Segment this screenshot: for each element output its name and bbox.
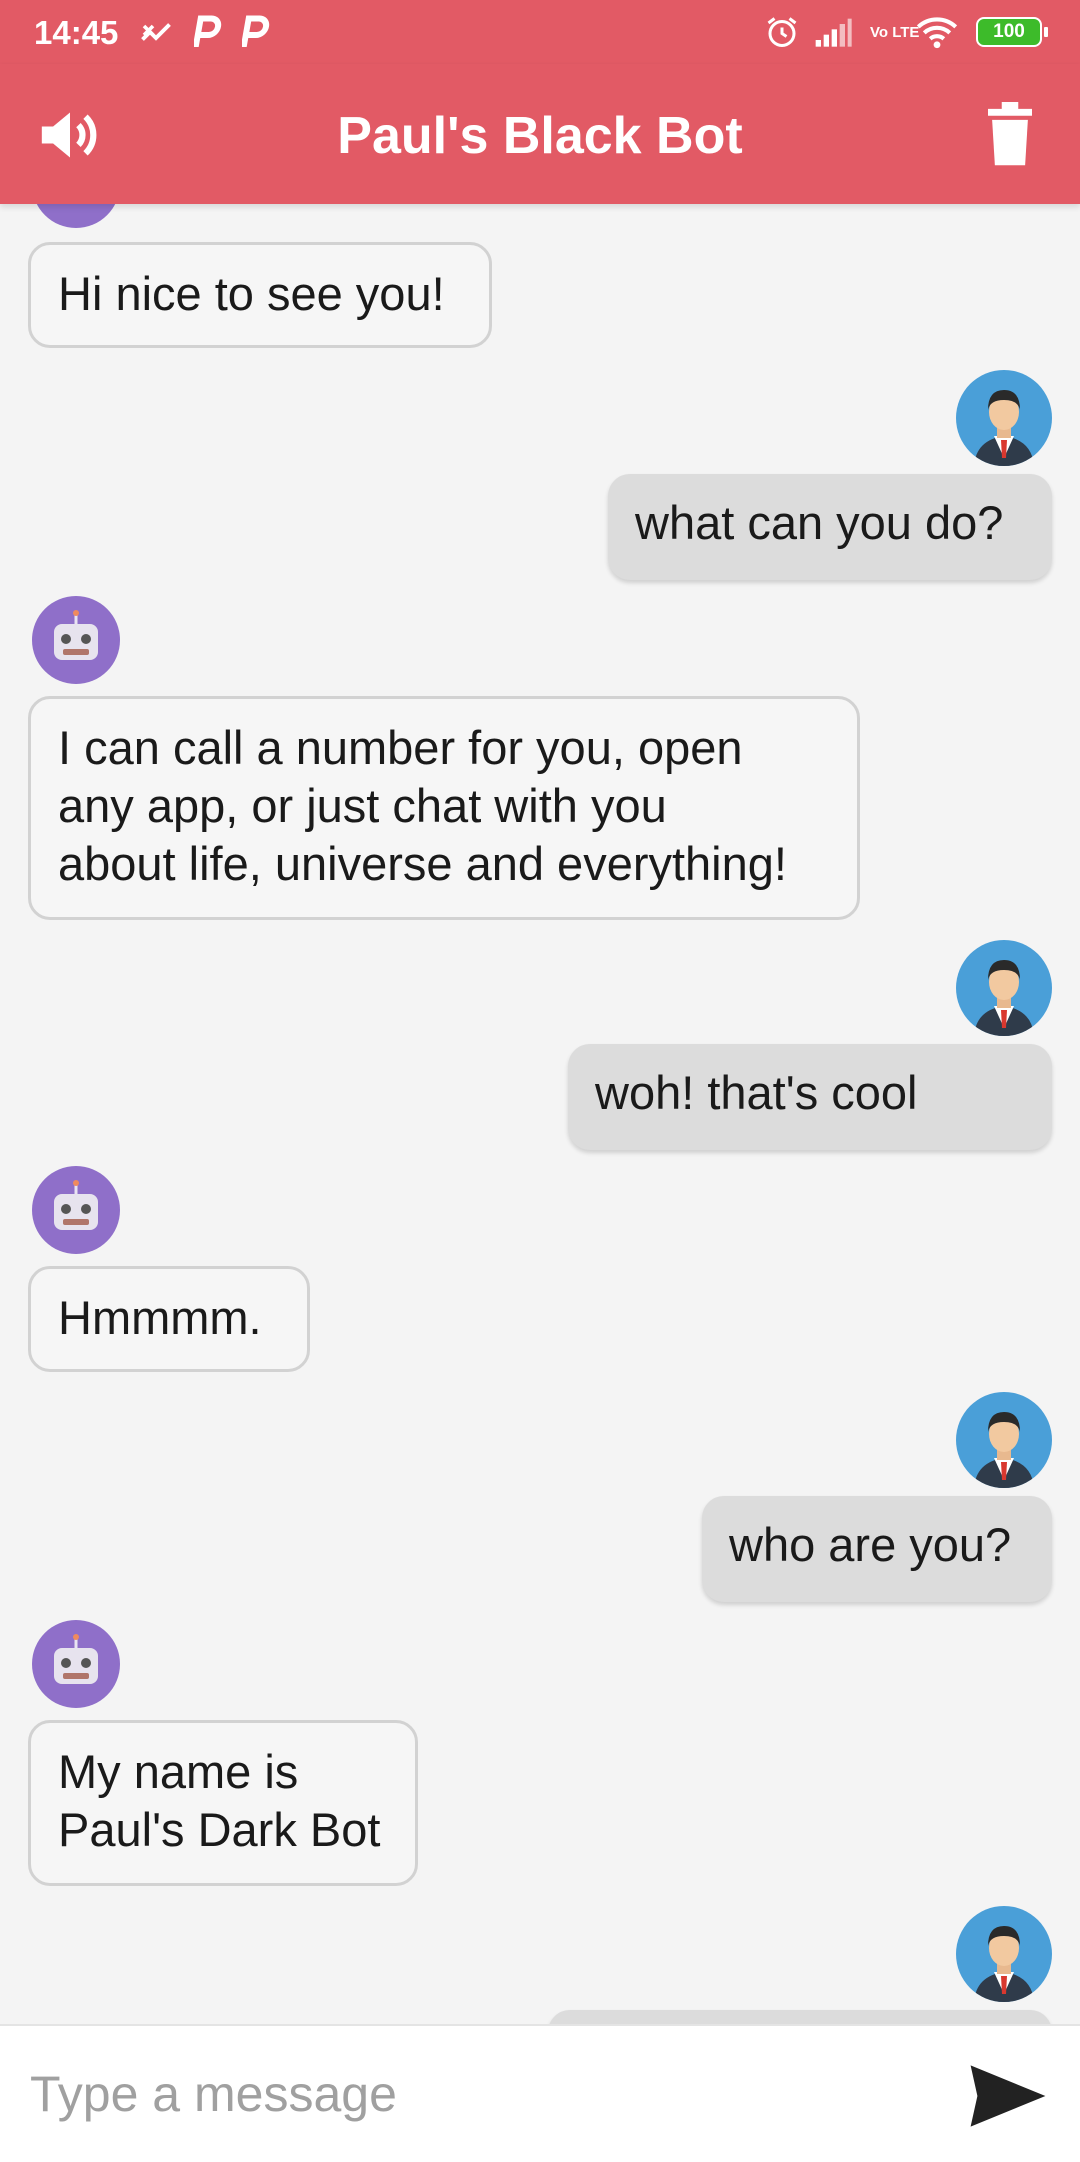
businessman-icon bbox=[974, 1412, 1034, 1488]
user-avatar bbox=[956, 1906, 1052, 2002]
robot-icon bbox=[54, 610, 98, 660]
message-text: woh! that's cool bbox=[595, 1066, 918, 1119]
wifi-icon bbox=[916, 12, 958, 52]
app-bar: Paul's Black Bot bbox=[0, 64, 1080, 204]
user-avatar bbox=[956, 370, 1052, 466]
volte-label: Vo LTE bbox=[870, 23, 920, 41]
battery-icon: 100 bbox=[976, 12, 1048, 52]
message-input[interactable] bbox=[28, 2048, 932, 2140]
robot-icon bbox=[54, 1180, 98, 1230]
bot-message: My name is Paul's Dark Bot bbox=[28, 1720, 418, 1886]
message-text: what can you do? bbox=[635, 496, 1004, 549]
trash-icon bbox=[988, 102, 1032, 166]
message-text: who are you? bbox=[729, 1518, 1012, 1571]
bot-avatar bbox=[32, 596, 120, 684]
message-line: My name is bbox=[58, 1745, 299, 1798]
message-line: I can call a number for you, open bbox=[58, 721, 743, 774]
bot-avatar bbox=[32, 1166, 120, 1254]
bot-message: I can call a number for you, open any ap… bbox=[28, 696, 860, 920]
robot-icon bbox=[54, 1634, 98, 1684]
user-avatar bbox=[956, 1392, 1052, 1488]
message-line: Paul's Dark Bot bbox=[58, 1803, 381, 1856]
businessman-icon bbox=[974, 960, 1034, 1036]
businessman-icon bbox=[974, 390, 1034, 466]
signal-icon bbox=[812, 12, 854, 52]
battery-level: 100 bbox=[976, 17, 1042, 47]
user-message: who are you? bbox=[702, 1496, 1052, 1602]
user-message bbox=[548, 2010, 1052, 2024]
parking-icon bbox=[194, 12, 224, 52]
message-line: any app, or just chat with you bbox=[58, 779, 667, 832]
send-icon bbox=[970, 2065, 1046, 2127]
user-message: woh! that's cool bbox=[568, 1044, 1052, 1150]
page-title: Paul's Black Bot bbox=[337, 107, 743, 165]
bot-message: Hi nice to see you! bbox=[28, 242, 492, 348]
alarm-icon bbox=[764, 12, 800, 52]
businessman-icon bbox=[974, 1926, 1034, 2002]
bot-avatar bbox=[32, 204, 120, 228]
status-time: 14:45 bbox=[34, 14, 119, 51]
bot-avatar bbox=[32, 1620, 120, 1708]
user-message: what can you do? bbox=[608, 474, 1052, 580]
chat-list[interactable]: Hi nice to see you! what can you do? I c… bbox=[0, 204, 1080, 2024]
parking-icon bbox=[242, 12, 272, 52]
message-composer bbox=[0, 2024, 1080, 2162]
user-avatar bbox=[956, 940, 1052, 1036]
message-line: about life, universe and everything! bbox=[58, 837, 787, 890]
message-text: Hmmmm. bbox=[58, 1291, 262, 1344]
send-button[interactable] bbox=[966, 2062, 1050, 2130]
message-text: Hi nice to see you! bbox=[58, 267, 445, 320]
status-bar: 14:45 Vo LTE 100 bbox=[0, 0, 1080, 64]
bot-message: Hmmmm. bbox=[28, 1266, 310, 1372]
missed-call-icon bbox=[138, 12, 174, 52]
delete-chat-button[interactable] bbox=[970, 100, 1050, 170]
